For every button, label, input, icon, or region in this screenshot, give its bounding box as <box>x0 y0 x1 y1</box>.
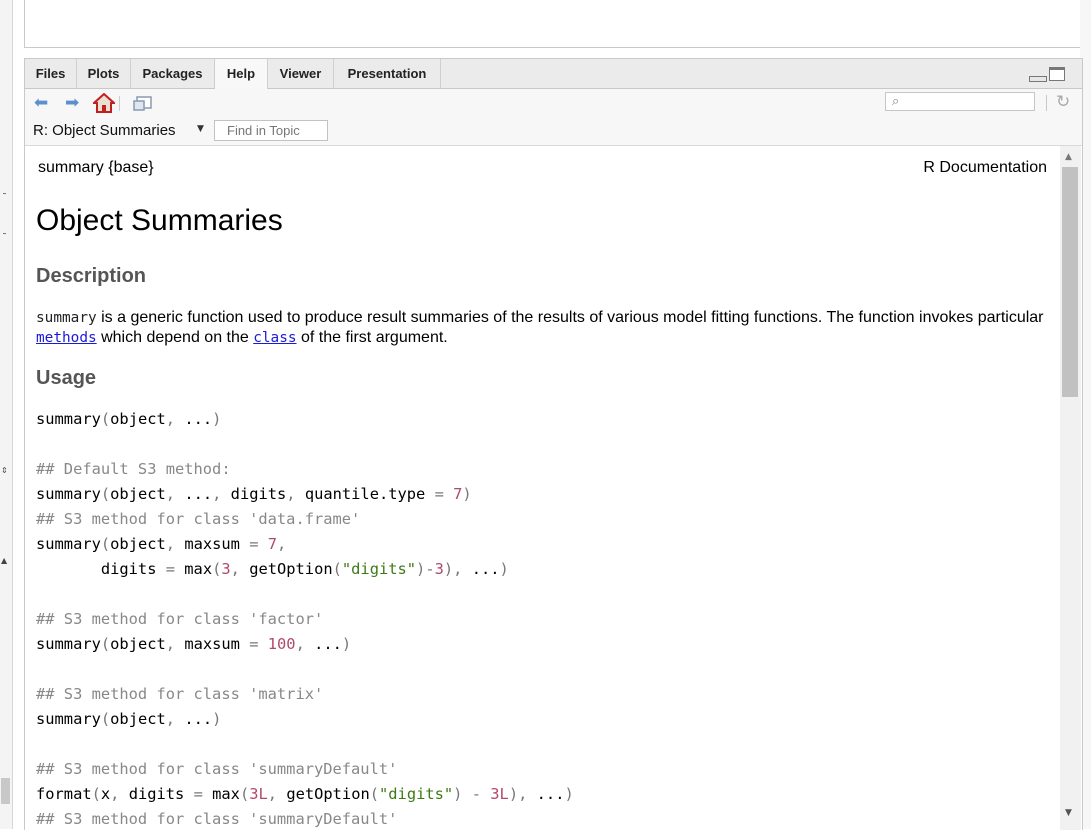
description-text: which depend on the <box>96 329 254 346</box>
pane-tab-bar: Files Plots Packages Help Viewer Present… <box>25 59 1082 89</box>
tab-presentation[interactable]: Presentation <box>334 59 441 88</box>
tab-plots[interactable]: Plots <box>77 59 131 88</box>
class-link[interactable]: class <box>253 330 296 346</box>
code-line: summary(object, maxsum = 100, ...) <box>36 635 352 653</box>
scroll-up-arrow-icon[interactable]: ▲ <box>1065 152 1072 162</box>
code-comment-line: ## S3 method for class 'data.frame' <box>36 510 361 528</box>
scroll-up-arrow-icon[interactable]: ▲ <box>1 556 7 565</box>
edge-tick <box>3 193 6 194</box>
topic-bar: R: Object Summaries ▼ <box>25 117 1082 146</box>
code-comment-line: ## S3 method for class 'summaryDefault' <box>36 760 398 778</box>
code-line: summary(object, ...) <box>36 410 222 428</box>
search-icon: ⌕ <box>892 94 900 109</box>
code-line: digits = max(3, getOption("digits")-3), … <box>36 560 509 578</box>
methods-link[interactable]: methods <box>36 330 97 346</box>
left-pane-edge: ⇕ ▲ <box>0 0 13 829</box>
doc-package-label: summary {base} <box>38 159 154 176</box>
description-paragraph: summary is a generic function used to pr… <box>36 308 1046 348</box>
doc-vertical-scrollbar[interactable]: ▲ ▼ <box>1060 146 1081 830</box>
description-text: of the first argument. <box>296 329 448 346</box>
home-icon[interactable] <box>93 93 115 113</box>
back-arrow-icon[interactable]: ⬅ <box>34 94 48 112</box>
help-search-input[interactable]: ⌕ <box>885 92 1035 111</box>
find-in-topic-input[interactable] <box>214 120 328 141</box>
help-toolbar: ⬅ ➡ ⌕ ↻ <box>25 89 1082 117</box>
tab-help[interactable]: Help <box>215 59 268 89</box>
code-line: summary(object, ..., digits, quantile.ty… <box>36 485 472 503</box>
help-pane: Files Plots Packages Help Viewer Present… <box>24 58 1083 830</box>
help-document: summary {base} R Documentation Object Su… <box>25 146 1060 830</box>
scroll-down-arrow-icon[interactable]: ▼ <box>1065 808 1072 818</box>
toolbar-separator <box>1046 95 1047 111</box>
left-scrollbar-thumb[interactable] <box>1 778 10 804</box>
minimize-pane-icon[interactable] <box>1029 76 1047 82</box>
maximize-pane-icon[interactable] <box>1049 67 1065 81</box>
doc-source-label: R Documentation <box>923 159 1047 176</box>
code-line: summary(object, ...) <box>36 710 222 728</box>
edge-tick <box>3 233 6 234</box>
forward-arrow-icon[interactable]: ➡ <box>65 94 79 112</box>
code-comment-line: ## Default S3 method: <box>36 460 231 478</box>
code-line: format(x, digits = max(3L, getOption("di… <box>36 785 574 803</box>
description-heading: Description <box>36 265 147 287</box>
scrollbar-thumb[interactable] <box>1062 167 1078 397</box>
description-text: is a generic function used to produce re… <box>96 309 1044 326</box>
page-title: Object Summaries <box>36 204 283 237</box>
tab-viewer[interactable]: Viewer <box>268 59 334 88</box>
code-comment-line: ## S3 method for class 'factor' <box>36 610 324 628</box>
tab-files[interactable]: Files <box>25 59 77 88</box>
code-comment-line: ## S3 method for class 'matrix' <box>36 685 324 703</box>
code-summary: summary <box>36 310 97 326</box>
toolbar-separator <box>119 96 120 111</box>
usage-heading: Usage <box>36 367 97 389</box>
code-comment-line: ## S3 method for class 'summaryDefault' <box>36 810 398 828</box>
topic-title-dropdown[interactable]: R: Object Summaries <box>33 122 176 139</box>
code-line: summary(object, maxsum = 7, <box>36 535 287 553</box>
splitter-arrows-icon[interactable]: ⇕ <box>1 466 8 475</box>
top-pane <box>24 0 1082 48</box>
popout-window-icon[interactable] <box>133 96 153 112</box>
refresh-icon[interactable]: ↻ <box>1056 92 1070 112</box>
chevron-down-icon[interactable]: ▼ <box>197 124 204 134</box>
tab-packages[interactable]: Packages <box>131 59 215 88</box>
